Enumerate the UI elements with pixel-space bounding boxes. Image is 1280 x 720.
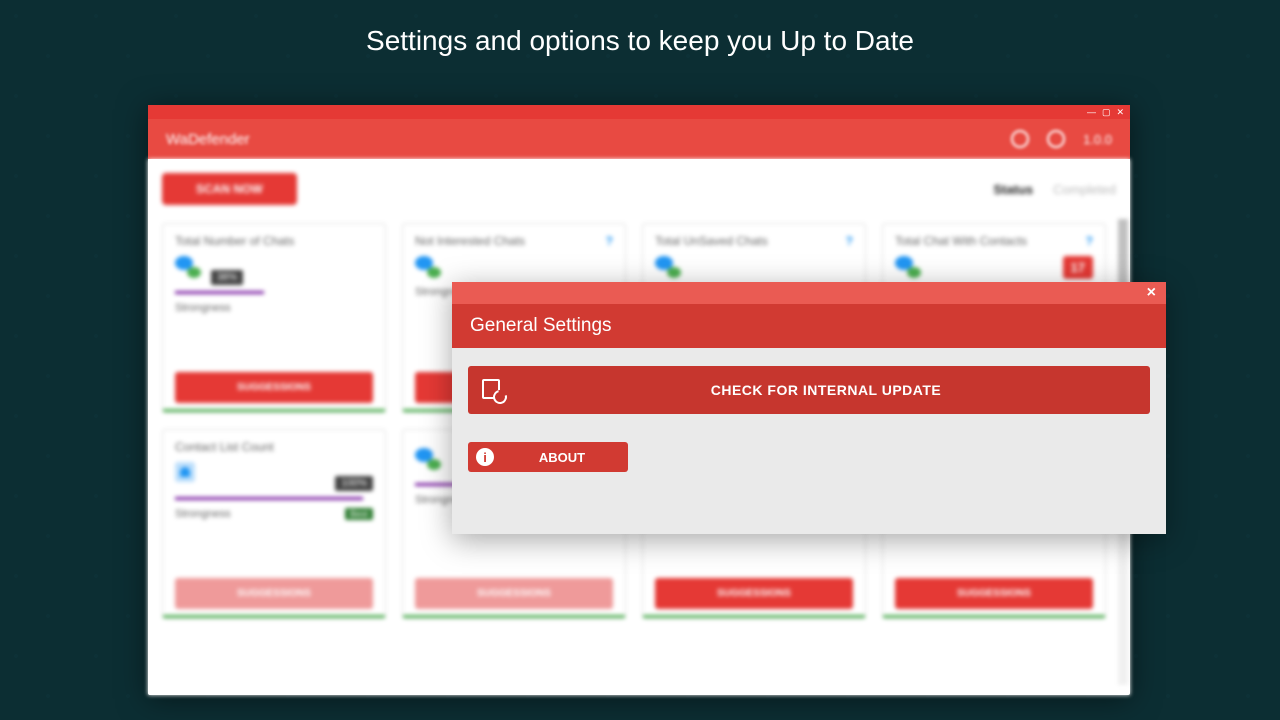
chat-icon [895,256,923,278]
help-icon[interactable]: ? [1086,234,1093,248]
card-title: Contact List Count [175,440,274,454]
card-title: Total Chat With Contacts [895,234,1027,248]
suggestions-button[interactable]: SUGGESSIONS [895,578,1093,609]
card-accent [163,409,385,412]
user-icon[interactable] [1011,130,1029,148]
check-update-button[interactable]: CHECK FOR INTERNAL UPDATE [468,366,1150,414]
strongness-label: Strongness [175,508,231,520]
chat-icon [175,256,203,278]
chat-icon [415,448,443,470]
progress-bar [175,291,264,294]
card-title: Not Interested Chats [415,234,525,248]
app-header: WaDefender 1.0.0 [148,119,1130,159]
modal-header: General Settings [452,304,1166,348]
update-icon [482,379,504,401]
modal-body: CHECK FOR INTERNAL UPDATE i ABOUT [452,348,1166,490]
close-window-icon[interactable]: ✕ [1116,108,1124,117]
suggestions-button[interactable]: SUGGESSIONS [175,372,373,403]
card-title: Total Number of Chats [175,234,294,248]
chat-icon [655,256,683,278]
progress-bar [175,497,363,500]
strongness-label: Strongness [175,302,231,314]
suggestions-button[interactable]: SUGGESSIONS [415,578,613,609]
whatsapp-icon[interactable] [1047,130,1065,148]
info-icon: i [476,448,494,466]
chat-icon [415,256,443,278]
about-label: ABOUT [504,450,620,465]
stat-card: Contact List Count 100% Strongness Best S… [162,429,386,619]
suggestions-button[interactable]: SUGGESSIONS [655,578,853,609]
app-version: 1.0.0 [1083,132,1112,147]
app-name: WaDefender [166,131,250,148]
maximize-icon[interactable]: ▢ [1102,108,1111,117]
count-badge: 17 [1063,256,1093,279]
minimize-icon[interactable]: — [1087,108,1096,117]
help-icon[interactable]: ? [846,234,853,248]
card-accent [643,615,865,618]
about-button[interactable]: i ABOUT [468,442,628,472]
modal-title: General Settings [470,315,612,337]
page-headline: Settings and options to keep you Up to D… [0,25,1280,57]
card-accent [403,615,625,618]
scan-now-button[interactable]: SCAN NOW [162,173,297,205]
card-title: Total UnSaved Chats [655,234,768,248]
settings-modal: × General Settings CHECK FOR INTERNAL UP… [452,282,1166,534]
help-icon[interactable]: ? [606,234,613,248]
window-titlebar: — ▢ ✕ [148,105,1130,119]
suggestions-button[interactable]: SUGGESSIONS [175,578,373,609]
tab-completed[interactable]: Completed [1053,182,1116,197]
percent-badge: 100% [335,476,373,491]
contact-icon [175,462,195,482]
stat-card: Total Number of Chats 38% Strongness SUG… [162,223,386,413]
tab-status[interactable]: Status [993,182,1033,197]
card-accent [883,615,1105,618]
percent-badge: 38% [211,270,243,285]
modal-titlebar: × [452,282,1166,304]
update-label: CHECK FOR INTERNAL UPDATE [516,382,1136,398]
status-badge: Best [345,508,373,520]
close-icon[interactable]: × [1147,284,1156,302]
card-accent [163,615,385,618]
